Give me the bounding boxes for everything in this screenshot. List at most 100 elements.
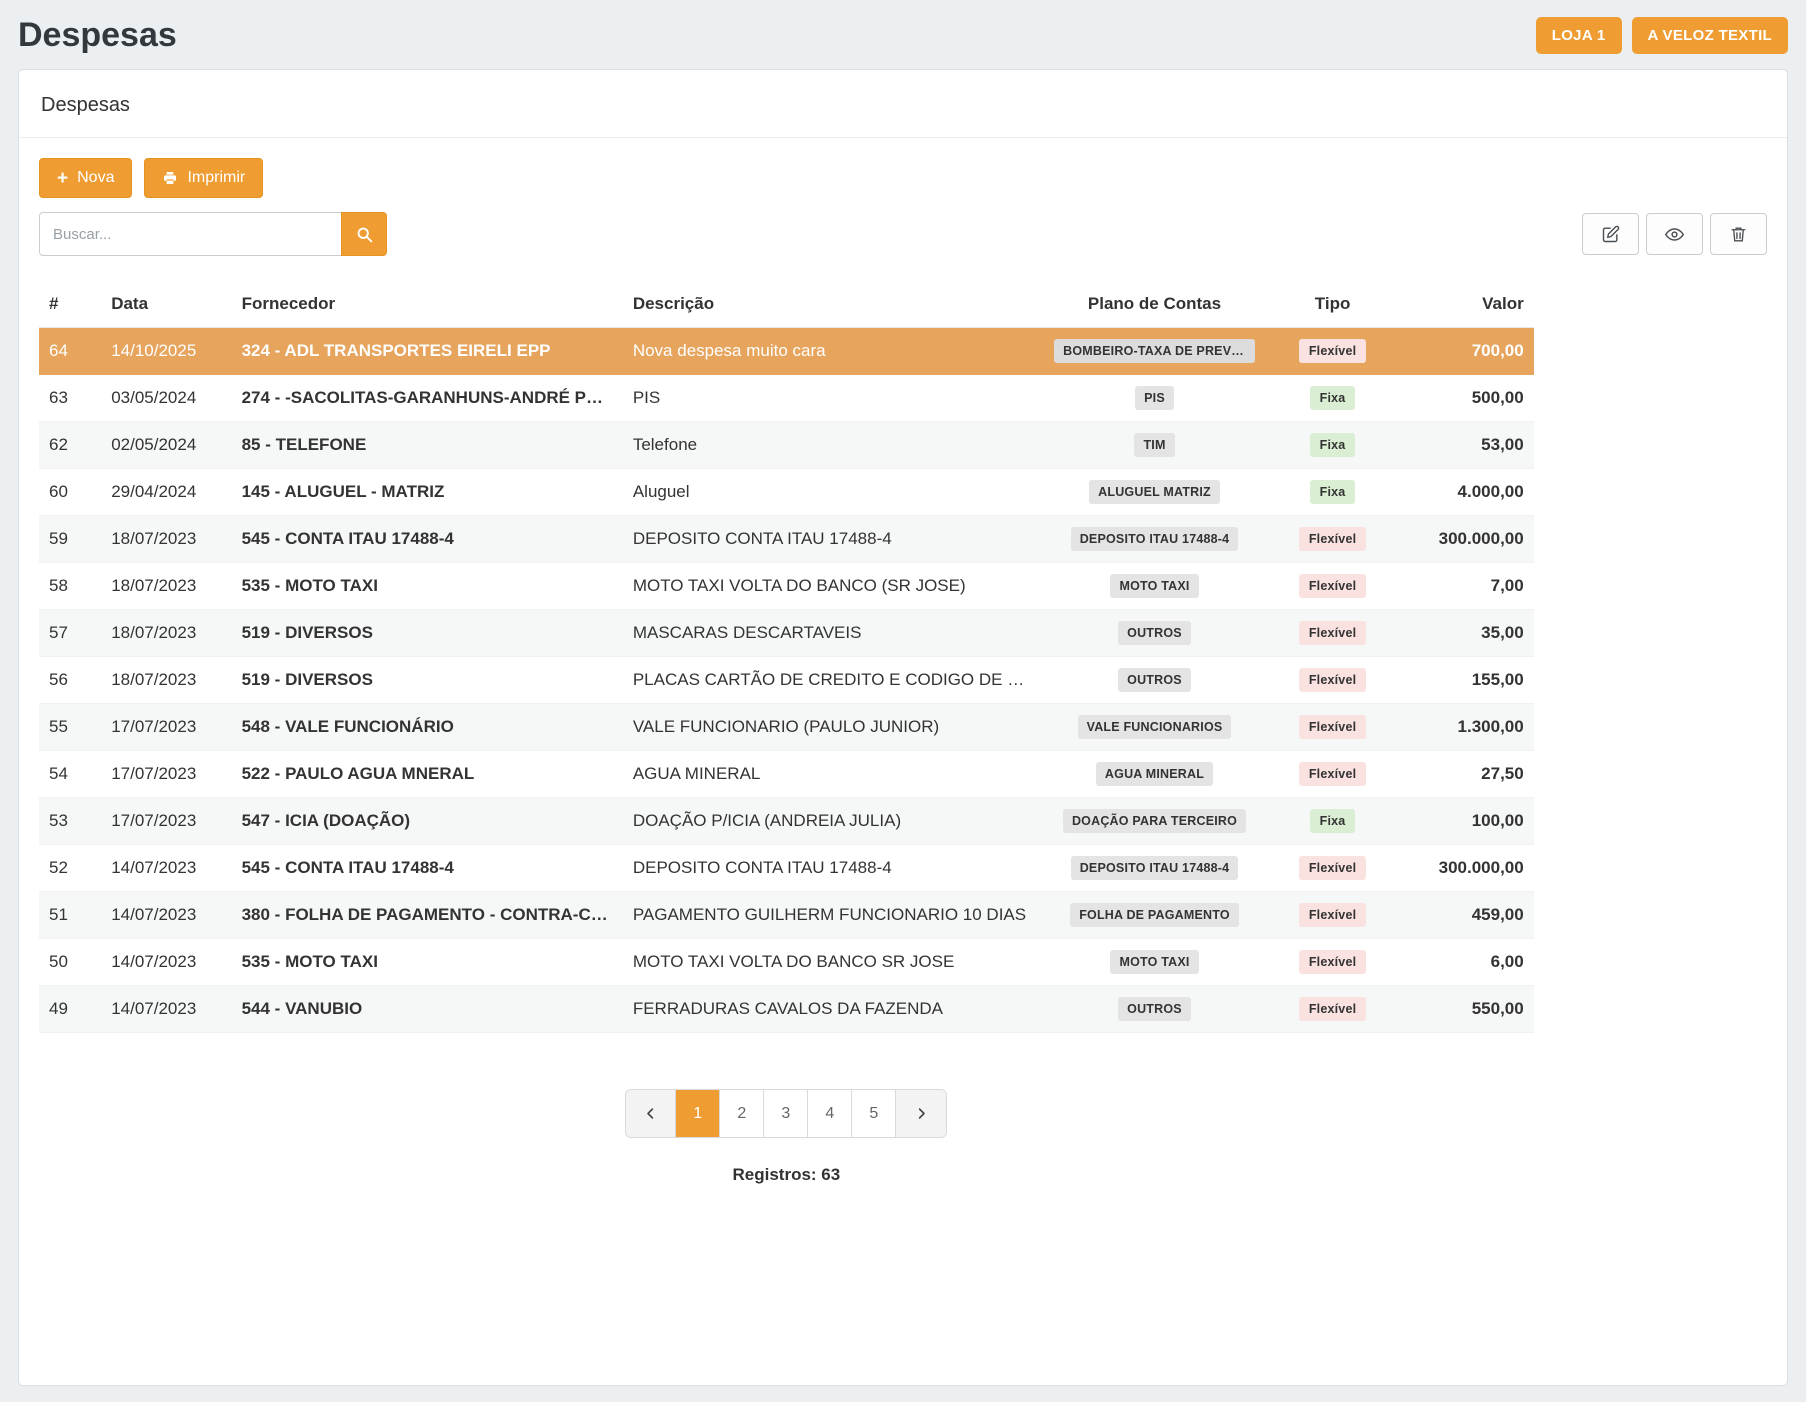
row-supplier: 380 - FOLHA DE PAGAMENTO - CONTRA-CH… <box>232 892 623 939</box>
account-plan-badge: DOAÇÃO PARA TERCEIRO <box>1063 809 1246 833</box>
account-plan-badge: OUTROS <box>1118 997 1191 1021</box>
store-button-a-veloz-textil[interactable]: A VELOZ TEXTIL <box>1632 17 1788 54</box>
new-expense-label: Nova <box>77 169 114 187</box>
row-value: 53,00 <box>1400 422 1533 469</box>
row-date: 18/07/2023 <box>101 657 231 704</box>
account-plan-badge: VALE FUNCIONARIOS <box>1078 715 1232 739</box>
row-date: 14/07/2023 <box>101 845 231 892</box>
row-description: Nova despesa muito cara <box>623 328 1044 375</box>
row-id: 52 <box>39 845 101 892</box>
edit-button[interactable] <box>1582 213 1639 255</box>
row-description: MASCARAS DESCARTAVEIS <box>623 610 1044 657</box>
page-title: Despesas <box>18 16 177 55</box>
store-button-loja-1[interactable]: LOJA 1 <box>1536 17 1622 54</box>
column-header-date: Data <box>101 284 231 328</box>
row-supplier: 145 - ALUGUEL - MATRIZ <box>232 469 623 516</box>
print-button[interactable]: Imprimir <box>144 158 263 198</box>
row-date: 18/07/2023 <box>101 610 231 657</box>
type-badge: Flexível <box>1299 762 1366 786</box>
row-id: 54 <box>39 751 101 798</box>
row-value: 459,00 <box>1400 892 1533 939</box>
type-badge: Flexível <box>1299 856 1366 880</box>
type-badge: Fixa <box>1310 809 1356 833</box>
table-row[interactable]: 51 14/07/2023 380 - FOLHA DE PAGAMENTO -… <box>39 892 1534 939</box>
type-badge: Flexível <box>1299 527 1366 551</box>
account-plan-badge: BOMBEIRO-TAXA DE PREVEN ... <box>1054 339 1255 363</box>
type-badge: Flexível <box>1299 668 1366 692</box>
chevron-left-icon <box>643 1106 658 1121</box>
row-date: 14/07/2023 <box>101 892 231 939</box>
table-row[interactable]: 50 14/07/2023 535 - MOTO TAXI MOTO TAXI … <box>39 939 1534 986</box>
row-supplier: 545 - CONTA ITAU 17488-4 <box>232 845 623 892</box>
row-id: 57 <box>39 610 101 657</box>
search-group <box>39 212 387 256</box>
new-expense-button[interactable]: + Nova <box>39 158 132 198</box>
trash-icon <box>1729 225 1748 244</box>
row-value: 155,00 <box>1400 657 1533 704</box>
row-action-buttons <box>1582 213 1767 255</box>
table-row[interactable]: 55 17/07/2023 548 - VALE FUNCIONÁRIO VAL… <box>39 704 1534 751</box>
row-id: 59 <box>39 516 101 563</box>
row-value: 300.000,00 <box>1400 845 1533 892</box>
table-row[interactable]: 59 18/07/2023 545 - CONTA ITAU 17488-4 D… <box>39 516 1534 563</box>
page-button-5[interactable]: 5 <box>852 1090 896 1137</box>
printer-icon <box>162 170 178 186</box>
table-row[interactable]: 60 29/04/2024 145 - ALUGUEL - MATRIZ Alu… <box>39 469 1534 516</box>
account-plan-badge: OUTROS <box>1118 668 1191 692</box>
prev-page-button[interactable] <box>626 1090 676 1137</box>
edit-icon <box>1601 224 1621 244</box>
row-id: 51 <box>39 892 101 939</box>
row-description: AGUA MINERAL <box>623 751 1044 798</box>
expenses-card: Despesas + Nova Imprimir <box>18 69 1788 1386</box>
table-row[interactable]: 63 03/05/2024 274 - -SACOLITAS-GARANHUNS… <box>39 375 1534 422</box>
row-description: VALE FUNCIONARIO (PAULO JUNIOR) <box>623 704 1044 751</box>
type-badge: Flexível <box>1299 339 1366 363</box>
table-row[interactable]: 49 14/07/2023 544 - VANUBIO FERRADURAS C… <box>39 986 1534 1033</box>
account-plan-badge: MOTO TAXI <box>1110 950 1198 974</box>
row-supplier: 547 - ICIA (DOAÇÃO) <box>232 798 623 845</box>
type-badge: Flexível <box>1299 574 1366 598</box>
account-plan-badge: MOTO TAXI <box>1110 574 1198 598</box>
row-date: 03/05/2024 <box>101 375 231 422</box>
row-value: 550,00 <box>1400 986 1533 1033</box>
table-row[interactable]: 56 18/07/2023 519 - DIVERSOS PLACAS CART… <box>39 657 1534 704</box>
row-value: 35,00 <box>1400 610 1533 657</box>
column-header-description: Descrição <box>623 284 1044 328</box>
page-button-2[interactable]: 2 <box>720 1090 764 1137</box>
next-page-button[interactable] <box>896 1090 946 1137</box>
table-row[interactable]: 64 14/10/2025 324 - ADL TRANSPORTES EIRE… <box>39 328 1534 375</box>
account-plan-badge: AGUA MINERAL <box>1096 762 1213 786</box>
row-description: Telefone <box>623 422 1044 469</box>
type-badge: Flexível <box>1299 997 1366 1021</box>
row-id: 64 <box>39 328 101 375</box>
table-row[interactable]: 53 17/07/2023 547 - ICIA (DOAÇÃO) DOAÇÃO… <box>39 798 1534 845</box>
row-description: MOTO TAXI VOLTA DO BANCO (SR JOSE) <box>623 563 1044 610</box>
records-count: Registros: 63 <box>39 1165 1534 1185</box>
view-button[interactable] <box>1646 213 1703 255</box>
table-row[interactable]: 58 18/07/2023 535 - MOTO TAXI MOTO TAXI … <box>39 563 1534 610</box>
row-description: FERRADURAS CAVALOS DA FAZENDA <box>623 986 1044 1033</box>
search-input[interactable] <box>39 212 341 256</box>
search-button[interactable] <box>341 212 387 256</box>
row-date: 18/07/2023 <box>101 563 231 610</box>
column-header-plan: Plano de Contas <box>1044 284 1265 328</box>
type-badge: Fixa <box>1310 480 1356 504</box>
account-plan-badge: ALUGUEL MATRIZ <box>1089 480 1220 504</box>
delete-button[interactable] <box>1710 213 1767 255</box>
table-row[interactable]: 62 02/05/2024 85 - TELEFONE Telefone TIM… <box>39 422 1534 469</box>
row-supplier: 544 - VANUBIO <box>232 986 623 1033</box>
row-value: 700,00 <box>1400 328 1533 375</box>
row-description: DEPOSITO CONTA ITAU 17488-4 <box>623 516 1044 563</box>
row-supplier: 548 - VALE FUNCIONÁRIO <box>232 704 623 751</box>
page-button-4[interactable]: 4 <box>808 1090 852 1137</box>
table-row[interactable]: 54 17/07/2023 522 - PAULO AGUA MNERAL AG… <box>39 751 1534 798</box>
table-row[interactable]: 52 14/07/2023 545 - CONTA ITAU 17488-4 D… <box>39 845 1534 892</box>
page-button-3[interactable]: 3 <box>764 1090 808 1137</box>
row-supplier: 535 - MOTO TAXI <box>232 939 623 986</box>
page: Despesas LOJA 1 A VELOZ TEXTIL Despesas … <box>0 0 1806 1402</box>
page-button-1[interactable]: 1 <box>676 1090 720 1137</box>
row-date: 14/10/2025 <box>101 328 231 375</box>
row-date: 18/07/2023 <box>101 516 231 563</box>
chevron-right-icon <box>914 1106 929 1121</box>
table-row[interactable]: 57 18/07/2023 519 - DIVERSOS MASCARAS DE… <box>39 610 1534 657</box>
